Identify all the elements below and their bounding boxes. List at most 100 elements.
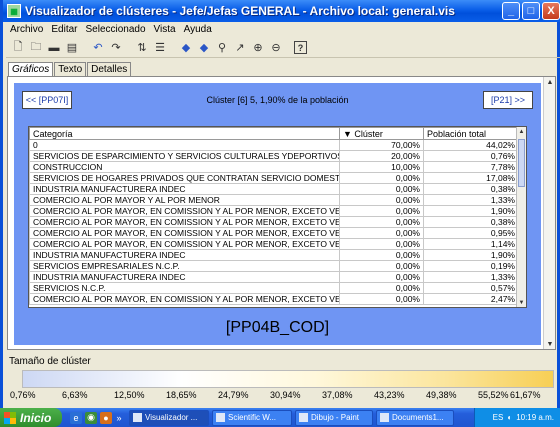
help-icon[interactable]: ? <box>294 41 307 54</box>
zoom-out-icon[interactable]: ⊖ <box>268 40 284 56</box>
window-title: Visualizador de clústeres - Jefe/Jefas G… <box>25 4 455 18</box>
language-indicator[interactable]: ES <box>493 413 504 422</box>
table-row[interactable]: COMERCIO AL POR MAYOR, EN COMISSION Y AL… <box>29 227 519 239</box>
zoom-fit-icon[interactable]: ↗ <box>232 40 248 56</box>
column-header-category[interactable]: Categoría <box>29 127 340 140</box>
sort-alt-icon[interactable]: ☰ <box>152 40 168 56</box>
tab-graficos[interactable]: Gráficos <box>8 62 54 76</box>
cell-population: 1,14% <box>423 238 519 250</box>
table-row[interactable]: SERVICIOS DE HOGARES PRIVADOS QUE CONTRA… <box>29 172 519 184</box>
tray-network-icon[interactable]: ◐ <box>507 413 512 422</box>
scale-tick-label: 18,65% <box>166 390 197 400</box>
cell-category: INDUSTRIA MANUFACTURERA INDEC <box>29 183 340 195</box>
cell-category: COMERCIO AL POR MAYOR, EN COMISSION Y AL… <box>29 293 340 305</box>
task-paint[interactable]: Dibujo - Paint <box>295 409 373 426</box>
table-row[interactable]: 0 70,00% 44,02% <box>29 139 519 151</box>
cluster-size-scale: 0,76% 6,63% 12,50% 18,65% 24,79% 30,94% 37,08%… <box>6 390 560 402</box>
cell-cluster: 0,00% <box>339 260 424 272</box>
column-header-cluster[interactable]: ▼ Clúster <box>339 127 424 140</box>
menu-archivo[interactable]: Archivo <box>10 24 43 35</box>
undo-icon[interactable]: ↶ <box>90 40 106 56</box>
arrow-right-icon[interactable]: ◆ <box>196 40 212 56</box>
cell-population: 17,08% <box>423 172 519 184</box>
toolbar-separator <box>170 40 176 56</box>
new-icon[interactable]: 🗋 <box>10 40 26 56</box>
sort-icon[interactable]: ⇅ <box>134 40 150 56</box>
scale-tick-label: 61,67% <box>510 390 541 400</box>
cell-category: COMERCIO AL POR MAYOR, EN COMISSION Y AL… <box>29 227 340 239</box>
media-icon[interactable]: ● <box>100 411 112 424</box>
redo-icon[interactable]: ↷ <box>108 40 124 56</box>
table-scrollbar[interactable]: ▲ ▼ <box>516 127 526 307</box>
menu-ayuda[interactable]: Ayuda <box>184 24 212 35</box>
table-row[interactable]: SERVICIOS DE ESPARCIMIENTO Y SERVICIOS C… <box>29 150 519 162</box>
cell-cluster: 20,00% <box>339 150 424 162</box>
cell-category: COMERCIO AL POR MAYOR, EN COMISSION Y AL… <box>29 238 340 250</box>
cell-population: 7,78% <box>423 161 519 173</box>
title-bar[interactable]: ▦ Visualizador de clústeres - Jefe/Jefas… <box>3 0 560 22</box>
toolbar: 🗋 🗀 ▬ ▤ ↶ ↷ ⇅ ☰ ◆ ◆ ⚲ ↗ ⊕ ⊖ ? <box>6 38 560 58</box>
arrow-left-icon[interactable]: ◆ <box>178 40 194 56</box>
table-row[interactable]: SERVICIOS EMPRESARIALES N.C.P. 0,00% 0,19% <box>29 260 519 272</box>
menu-editar[interactable]: Editar <box>51 24 77 35</box>
close-button[interactable]: X <box>542 2 560 20</box>
cell-cluster: 0,00% <box>339 194 424 206</box>
taskbar: Inicio e ◉ ● » Visualizador ... Scientif… <box>0 408 560 427</box>
tab-detalles[interactable]: Detalles <box>87 62 132 76</box>
start-button[interactable]: Inicio <box>0 408 62 427</box>
menu-seleccionado[interactable]: Seleccionado <box>85 24 145 35</box>
scale-tick-label: 24,79% <box>218 390 249 400</box>
cell-cluster: 0,00% <box>339 183 424 195</box>
table-row[interactable]: COMERCIO AL POR MAYOR Y AL POR MENOR 0,00… <box>29 194 519 206</box>
task-visualizador[interactable]: Visualizador ... <box>129 409 209 426</box>
column-header-population[interactable]: Población total <box>423 127 519 140</box>
zoom-in-icon[interactable]: ⊕ <box>250 40 266 56</box>
table-row[interactable]: INDUSTRIA MANUFACTURERA INDEC 0,00% 1,90% <box>29 249 519 261</box>
toolbar-separator <box>126 40 132 56</box>
cell-population: 0,38% <box>423 183 519 195</box>
cell-population: 1,33% <box>423 194 519 206</box>
table-row[interactable]: CONSTRUCCION 10,00% 7,78% <box>29 161 519 173</box>
open-icon[interactable]: 🗀 <box>28 40 44 56</box>
print-icon[interactable]: ▤ <box>64 40 80 56</box>
panel-scrollbar[interactable]: ▲ ▼ <box>543 77 555 349</box>
table-row[interactable]: COMERCIO AL POR MAYOR, EN COMISSION Y AL… <box>29 293 519 305</box>
desktop-icon[interactable]: ◉ <box>85 411 97 424</box>
cell-population: 0,76% <box>423 150 519 162</box>
menu-vista[interactable]: Vista <box>154 24 176 35</box>
scroll-thumb[interactable] <box>518 139 525 187</box>
table-row[interactable]: COMERCIO AL POR MAYOR, EN COMISSION Y AL… <box>29 216 519 228</box>
distribution-table: Categoría ▼ Clúster Población total 0 70,… <box>28 126 527 308</box>
maximize-button[interactable]: □ <box>522 2 540 20</box>
table-row[interactable]: COMERCIO AL POR MAYOR, EN COMISSION Y AL… <box>29 205 519 217</box>
scroll-down-icon[interactable]: ▼ <box>545 339 555 349</box>
table-row[interactable]: INDUSTRIA MANUFACTURERA INDEC 0,00% 0,38% <box>29 183 519 195</box>
tab-texto[interactable]: Texto <box>54 62 87 76</box>
table-row[interactable]: INDUSTRIA MANUFACTURERA INDEC 0,00% 1,33% <box>29 271 519 283</box>
cell-category: SERVICIOS DE ESPARCIMIENTO Y SERVICIOS C… <box>29 150 340 162</box>
save-icon[interactable]: ▬ <box>46 40 62 56</box>
minimize-button[interactable]: _ <box>502 2 520 20</box>
window-icon <box>380 413 389 422</box>
scale-tick-label: 43,23% <box>374 390 405 400</box>
find-icon[interactable]: ⚲ <box>214 40 230 56</box>
cell-cluster: 0,00% <box>339 238 424 250</box>
task-documents[interactable]: Documents1... <box>376 409 454 426</box>
task-label: Visualizador ... <box>145 413 198 422</box>
task-scientific-workplace[interactable]: Scientific W... <box>212 409 292 426</box>
cell-cluster: 0,00% <box>339 205 424 217</box>
view-tabs: Gráficos Texto Detalles <box>8 62 132 76</box>
table-row[interactable]: COMERCIO AL POR MAYOR, EN COMISSION Y AL… <box>29 238 519 250</box>
cluster-title: Clúster [6] 5, 1,90% de la población <box>206 95 349 105</box>
start-label: Inicio <box>20 410 52 425</box>
scroll-down-icon[interactable]: ▼ <box>517 298 526 307</box>
next-variable-button[interactable]: [P21] >> <box>483 91 533 109</box>
system-tray: ES ◐ 10:19 a.m. <box>474 408 560 427</box>
scroll-up-icon[interactable]: ▲ <box>545 77 555 87</box>
table-row[interactable]: SERVICIOS N.C.P. 0,00% 0,57% <box>29 282 519 294</box>
quick-launch-more-icon[interactable]: » <box>115 412 123 424</box>
scroll-up-icon[interactable]: ▲ <box>517 127 526 136</box>
cell-population: 1,90% <box>423 249 519 261</box>
cell-cluster: 0,00% <box>339 293 424 305</box>
internet-explorer-icon[interactable]: e <box>70 411 82 424</box>
